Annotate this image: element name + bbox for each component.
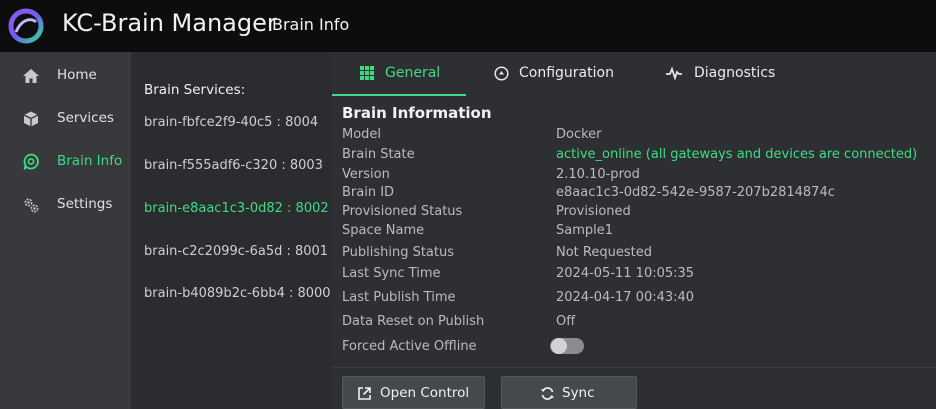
brain-icon xyxy=(23,153,39,170)
sidebar-item-services[interactable]: Services xyxy=(0,101,131,137)
sync-button[interactable]: Sync xyxy=(501,376,637,409)
tab-bar: General Configuration Diagnostics xyxy=(332,52,936,96)
home-icon xyxy=(23,69,39,83)
brand-logo-icon xyxy=(8,8,44,44)
app-title: KC-Brain Manager xyxy=(62,9,277,37)
info-value: Provisioned xyxy=(556,204,631,219)
info-value: Docker xyxy=(556,127,602,142)
divider xyxy=(332,367,936,368)
service-item[interactable]: brain-fbfce2f9-40c5 : 8004 xyxy=(144,115,318,130)
tab-configuration[interactable]: Configuration xyxy=(482,52,642,96)
service-item[interactable]: brain-f555adf6-c320 : 8003 xyxy=(144,158,323,173)
pulse-icon xyxy=(666,66,682,80)
services-title: Brain Services: xyxy=(144,82,246,98)
service-item[interactable]: brain-b4089b2c-6bb4 : 8000 xyxy=(144,286,331,301)
tab-label: Diagnostics xyxy=(694,65,776,81)
tab-diagnostics[interactable]: Diagnostics xyxy=(652,52,792,96)
config-icon xyxy=(494,66,509,81)
info-value: Off xyxy=(556,314,576,329)
info-label: Brain State xyxy=(342,147,415,162)
info-label: Last Publish Time xyxy=(342,290,456,305)
info-label: Last Sync Time xyxy=(342,266,441,281)
cube-icon xyxy=(23,111,39,127)
external-link-icon xyxy=(358,387,371,400)
info-value: 2024-05-11 10:05:35 xyxy=(556,266,695,281)
info-label: Forced Active Offline xyxy=(342,339,477,354)
top-bar: KC-Brain Manager Brain Info xyxy=(0,0,936,52)
info-value: Not Requested xyxy=(556,245,652,260)
sidebar-nav: Home Services Brain Info Settings xyxy=(0,52,131,409)
info-label: Data Reset on Publish xyxy=(342,314,485,329)
section-title: Brain Information xyxy=(342,104,492,122)
info-value: e8aac1c3-0d82-542e-9587-207b2814874c xyxy=(556,185,835,200)
brain-state-value: active_online (all gateways and devices … xyxy=(556,147,918,162)
sidebar-item-label: Brain Info xyxy=(57,153,123,169)
info-value: 2.10.10-prod xyxy=(556,167,640,182)
info-label: Brain ID xyxy=(342,185,395,200)
service-item-selected[interactable]: brain-e8aac1c3-0d82 : 8002 xyxy=(144,201,329,216)
open-control-button[interactable]: Open Control xyxy=(342,376,485,409)
sidebar-item-home[interactable]: Home xyxy=(0,58,131,94)
info-label: Publishing Status xyxy=(342,245,454,260)
sidebar-item-label: Services xyxy=(57,110,114,126)
info-label: Version xyxy=(342,167,390,182)
service-item[interactable]: brain-c2c2099c-6a5d : 8001 xyxy=(144,244,328,259)
page-title: Brain Info xyxy=(272,15,350,34)
brain-services-panel: Brain Services: brain-fbfce2f9-40c5 : 80… xyxy=(131,52,332,409)
info-label: Provisioned Status xyxy=(342,204,463,219)
button-label: Open Control xyxy=(380,385,470,401)
toggle-knob xyxy=(551,338,567,354)
tab-label: Configuration xyxy=(519,65,614,81)
gears-icon xyxy=(24,198,39,213)
sidebar-item-label: Home xyxy=(57,67,97,83)
sidebar-item-settings[interactable]: Settings xyxy=(0,187,131,223)
sync-icon xyxy=(541,387,554,400)
brain-info-panel: General Configuration Diagnostics Brain … xyxy=(332,52,936,409)
info-value: 2024-04-17 00:43:40 xyxy=(556,290,695,305)
button-label: Sync xyxy=(562,385,595,401)
sidebar-item-label: Settings xyxy=(57,196,113,212)
tab-label: General xyxy=(385,65,441,81)
info-label: Model xyxy=(342,127,382,142)
forced-active-offline-toggle[interactable] xyxy=(550,338,584,354)
tab-general[interactable]: General xyxy=(332,52,466,96)
sidebar-item-brain-info[interactable]: Brain Info xyxy=(0,144,131,180)
info-label: Space Name xyxy=(342,223,425,238)
info-value: Sample1 xyxy=(556,223,614,238)
grid-icon xyxy=(360,66,374,80)
